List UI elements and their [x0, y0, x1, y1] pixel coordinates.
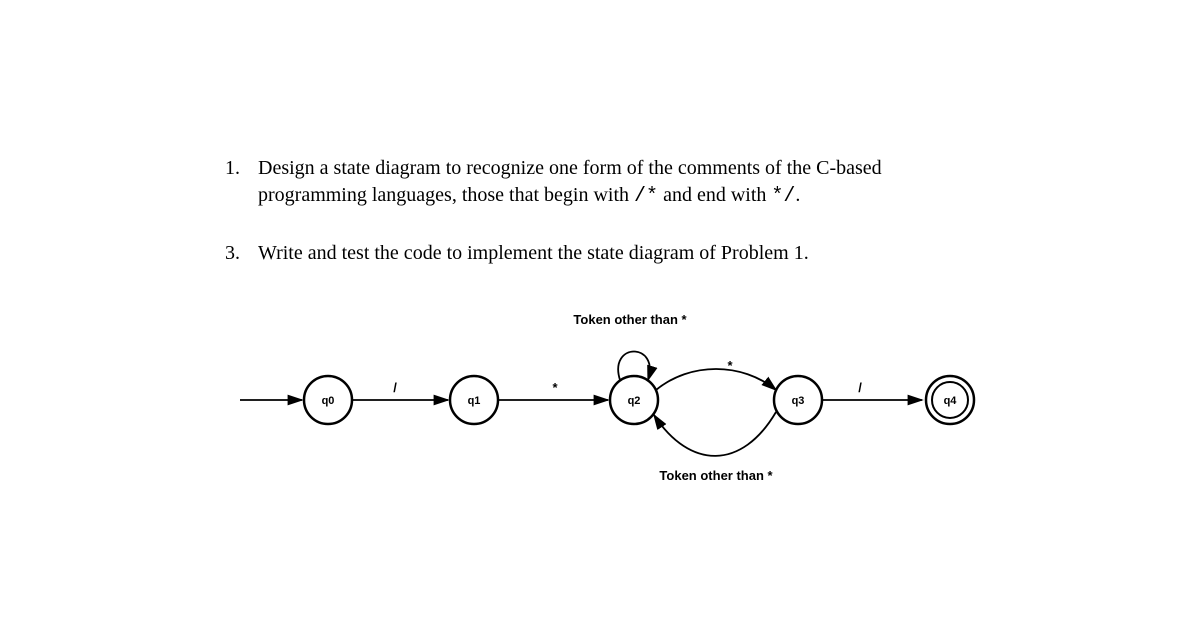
- problem-1-after: .: [795, 184, 800, 206]
- edge-q2-q3: [656, 369, 776, 390]
- edge-q1-q2-label: *: [552, 380, 558, 395]
- state-q4-label: q4: [944, 395, 958, 407]
- problem-1-mid: and end with: [658, 184, 771, 206]
- problem-3-text: Write and test the code to implement the…: [258, 240, 978, 267]
- state-q0-label: q0: [322, 395, 335, 407]
- edge-q3-q2-label: Token other than *: [659, 468, 773, 483]
- state-q2-label: q2: [628, 395, 641, 407]
- problem-3: 3. Write and test the code to implement …: [225, 240, 985, 267]
- problem-list: 1. Design a state diagram to recognize o…: [225, 0, 985, 267]
- state-diagram: q0 / q1 * q2 Token other than * * Token …: [240, 300, 1000, 540]
- problem-1-code2: */: [771, 185, 795, 208]
- edge-q3-q2: [654, 412, 776, 456]
- state-q1-label: q1: [468, 395, 481, 407]
- edge-q3-q4-label: /: [858, 380, 862, 395]
- edge-q2-q2-label: Token other than *: [573, 312, 687, 327]
- state-q3-label: q3: [792, 395, 805, 407]
- edge-q0-q1-label: /: [393, 380, 397, 395]
- problem-1: 1. Design a state diagram to recognize o…: [225, 155, 985, 210]
- problem-1-code1: /*: [634, 185, 658, 208]
- problem-1-text: Design a state diagram to recognize one …: [258, 155, 978, 210]
- problem-3-number: 3.: [225, 240, 253, 267]
- problem-1-number: 1.: [225, 155, 253, 182]
